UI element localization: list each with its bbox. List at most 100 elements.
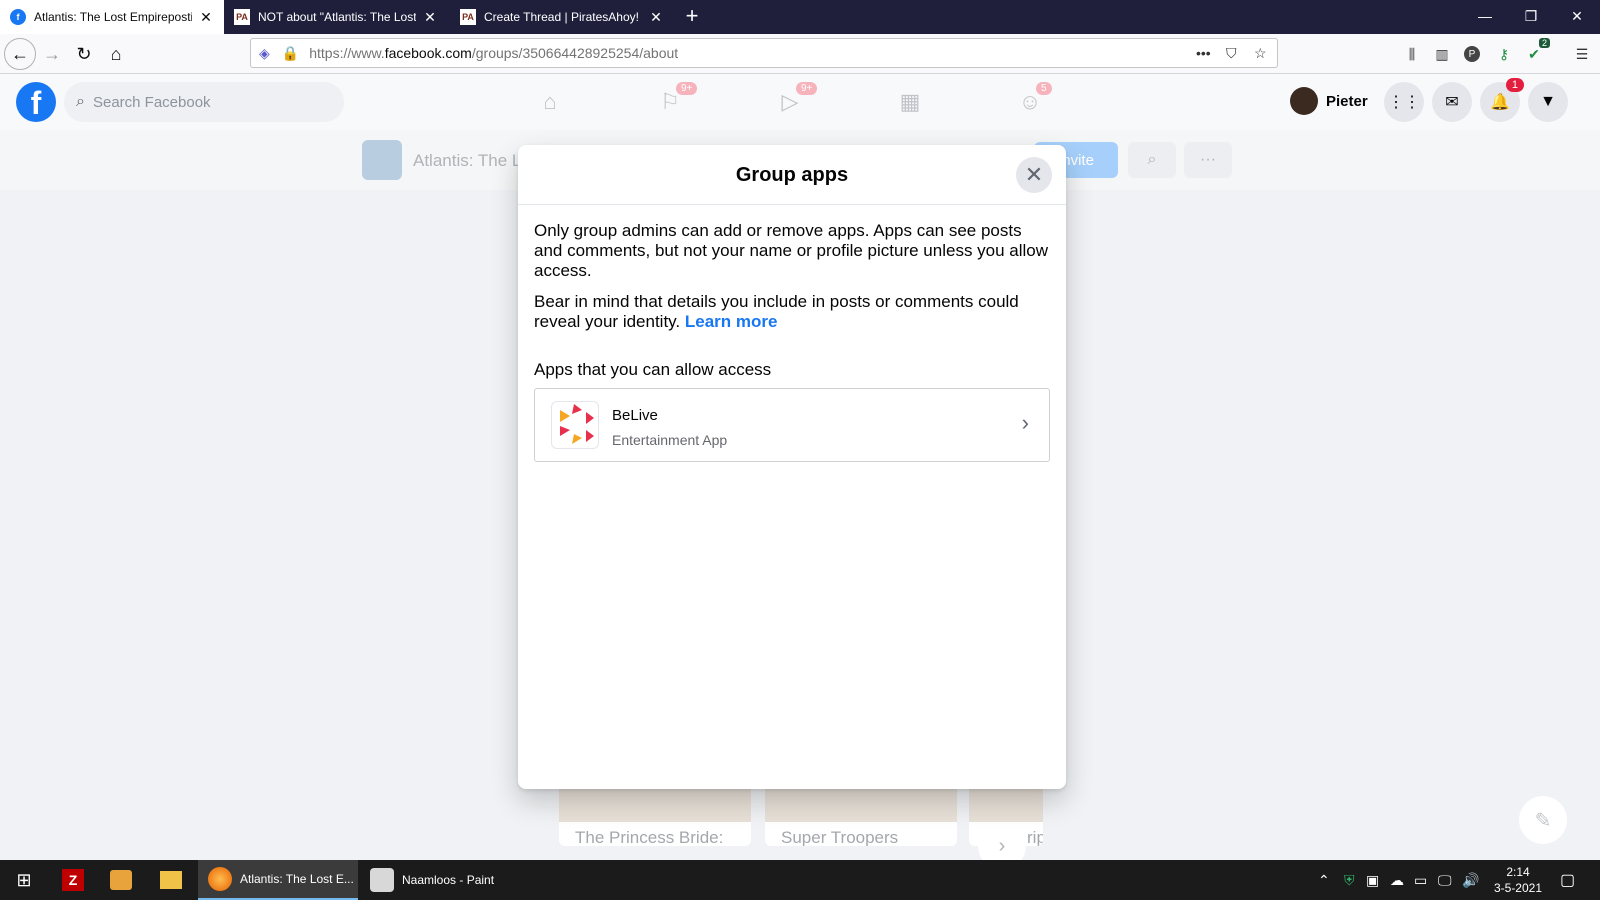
tab-not-about-atlantis[interactable]: PA NOT about "Atlantis: The Lost E ✕ — [224, 0, 448, 34]
reload-icon: ↻ — [76, 43, 92, 64]
dialog-body: Only group admins can add or remove apps… — [518, 205, 1066, 478]
piratesahoy-favicon-icon: PA — [460, 9, 476, 25]
app-name: BeLive — [612, 407, 658, 424]
facebook-header: f ⌕ Search Facebook ⌂ ⚐ 9+ ▷ 9+ ▦ ☺ 5 Piete… — [0, 74, 1600, 130]
tab-title: NOT about "Atlantis: The Lost E — [258, 10, 416, 24]
facebook-favicon-icon: f — [10, 9, 26, 25]
close-tab-icon[interactable]: ✕ — [198, 9, 214, 26]
account-menu-button[interactable]: ▼ — [1528, 82, 1568, 122]
watch-badge: 9+ — [796, 82, 818, 95]
meet-now-icon[interactable]: ▣ — [1366, 860, 1379, 900]
group-more-button[interactable]: ··· — [1184, 142, 1232, 178]
clock-date: 3-5-2021 — [1493, 881, 1543, 895]
back-button[interactable]: ← — [4, 38, 36, 70]
groups-badge: 5 — [1036, 82, 1052, 95]
close-tab-icon[interactable]: ✕ — [648, 9, 664, 26]
file-explorer-icon[interactable] — [160, 860, 184, 900]
card-title: Super Troopers — [781, 828, 899, 846]
tab-facebook-atlantis[interactable]: f Atlantis: The Lost Empireposting ✕ — [0, 0, 224, 34]
volume-icon[interactable]: 🔊 — [1462, 860, 1479, 900]
onedrive-tray-icon[interactable]: ☁ — [1390, 860, 1404, 900]
taskbar-paint-app[interactable]: Naamloos - Paint — [360, 860, 516, 900]
privacy-info-text: Bear in mind that details you include in… — [534, 292, 1050, 332]
taskbar-app-label: Naamloos - Paint — [402, 873, 495, 887]
close-icon: ✕ — [1024, 162, 1044, 187]
bookmark-star-icon[interactable]: ☆ — [1254, 38, 1267, 68]
caret-down-icon: ▼ — [1540, 93, 1556, 110]
search-icon: ⌕ — [76, 93, 85, 110]
windows-taskbar: ⊞ Z Atlantis: The Lost E... Naamloos - P… — [0, 860, 1600, 900]
close-tab-icon[interactable]: ✕ — [422, 9, 438, 26]
url-path: /groups/350664428925254/about — [471, 45, 679, 61]
new-tab-button[interactable]: + — [680, 0, 704, 34]
facebook-logo-icon[interactable]: f — [16, 82, 56, 122]
dialog-title: Group apps — [735, 164, 849, 186]
taskbar-firefox-app[interactable]: Atlantis: The Lost E... — [198, 860, 358, 900]
action-center-icon[interactable]: ▢ — [1560, 860, 1575, 900]
pocket-icon[interactable]: ⛉ — [1226, 38, 1237, 68]
arrow-left-icon: ← — [11, 43, 29, 64]
marketplace-nav-icon[interactable]: ▦ — [890, 84, 930, 120]
card-title: The Princess Bride: — [575, 828, 724, 846]
home-nav-icon[interactable]: ⌂ — [530, 84, 570, 120]
background-card[interactable]: The Princess Bride: — [559, 786, 751, 846]
windows-start-icon[interactable]: ⊞ — [12, 860, 36, 900]
background-card[interactable]: Super Troopers — [765, 786, 957, 846]
avatar — [1290, 87, 1318, 115]
restore-window-button[interactable]: ❐ — [1508, 0, 1554, 34]
learn-more-link[interactable]: Learn more — [685, 312, 778, 331]
minimize-window-button[interactable]: — — [1462, 0, 1508, 34]
tab-title: Atlantis: The Lost Empireposting — [34, 10, 192, 24]
security-tray-icon[interactable]: ⛨ — [1344, 860, 1355, 900]
reload-button[interactable]: ↻ — [68, 38, 100, 70]
group-cover-thumbnail[interactable] — [362, 140, 402, 180]
network-icon[interactable]: 🖵 — [1438, 860, 1452, 900]
key-extension-icon[interactable]: ⚷ — [1494, 44, 1514, 64]
pages-flag-nav-icon[interactable]: ⚐ 9+ — [650, 82, 698, 120]
forward-button[interactable]: → — [36, 38, 68, 70]
groups-nav-icon[interactable]: ☺ 5 — [1010, 82, 1052, 120]
battery-icon[interactable]: ▭ — [1414, 860, 1427, 900]
url-bar[interactable]: ◈ 🔒 https://www.facebook.com/groups/3506… — [250, 38, 1278, 68]
more-dots-icon: ··· — [1200, 151, 1216, 168]
compose-icon: ✎ — [1534, 809, 1552, 832]
system-clock[interactable]: 2:14 3-5-2021 — [1488, 864, 1548, 896]
new-message-button[interactable]: ✎ — [1519, 796, 1567, 844]
media-player-icon[interactable] — [110, 860, 134, 900]
grid-icon: ⋮⋮ — [1388, 94, 1420, 111]
close-dialog-button[interactable]: ✕ — [1016, 157, 1052, 193]
sidebar-icon[interactable]: ▥ — [1432, 44, 1452, 64]
home-icon: ⌂ — [110, 43, 122, 64]
shield-extension-icon[interactable]: ✔ 2 — [1524, 38, 1550, 64]
notification-count-badge: 1 — [1505, 78, 1524, 92]
messenger-icon: ✉ — [1445, 94, 1459, 111]
hamburger-menu-icon[interactable]: ☰ — [1572, 44, 1592, 64]
chevron-right-icon: › — [1021, 410, 1029, 435]
profile-extension-icon[interactable]: P — [1462, 44, 1482, 64]
paint-icon — [370, 868, 394, 892]
tracking-shield-icon: ◈ — [259, 44, 270, 61]
home-button[interactable]: ⌂ — [100, 38, 132, 70]
extension-badge: 2 — [1538, 38, 1550, 48]
search-icon: ⌕ — [1147, 151, 1157, 168]
filezilla-icon[interactable]: Z — [62, 860, 86, 900]
dialog-header: Group apps ✕ — [518, 145, 1066, 205]
messenger-button[interactable]: ✉ — [1432, 82, 1472, 122]
library-icon[interactable]: ⫼ — [1402, 44, 1422, 64]
close-window-button[interactable]: ✕ — [1554, 0, 1600, 34]
watch-video-nav-icon[interactable]: ▷ 9+ — [770, 82, 818, 120]
group-search-button[interactable]: ⌕ — [1128, 142, 1176, 178]
profile-link[interactable]: Pieter — [1290, 87, 1368, 115]
menu-grid-button[interactable]: ⋮⋮ — [1384, 82, 1424, 122]
card-image — [765, 786, 957, 822]
page-actions-icon[interactable]: ••• — [1196, 38, 1211, 68]
profile-name: Pieter — [1326, 92, 1368, 110]
group-name[interactable]: Atlantis: The L — [413, 151, 521, 171]
tab-create-thread[interactable]: PA Create Thread | PiratesAhoy! ✕ — [450, 0, 674, 34]
card-image — [559, 786, 751, 822]
notifications-button[interactable]: 🔔 1 — [1480, 78, 1524, 122]
app-category: Entertainment App — [612, 432, 728, 448]
app-list-item[interactable]: BeLive Entertainment App › — [534, 388, 1050, 462]
search-input[interactable]: ⌕ Search Facebook — [64, 82, 344, 122]
show-hidden-icons-icon[interactable]: ⌃ — [1318, 860, 1330, 900]
